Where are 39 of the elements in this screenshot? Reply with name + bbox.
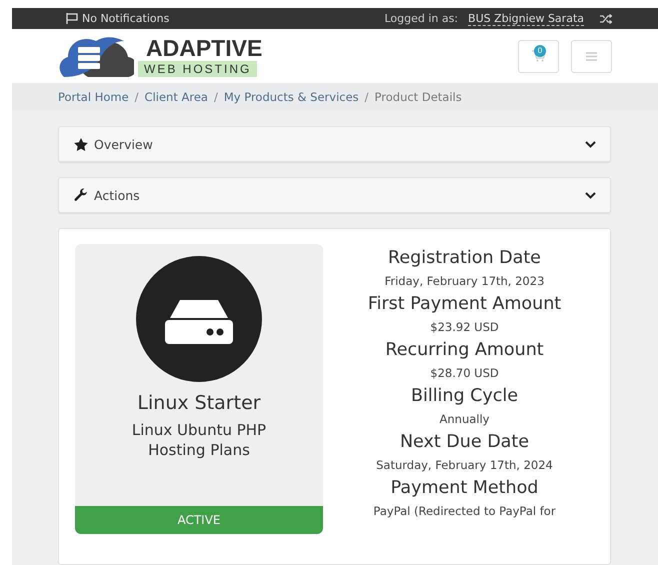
menu-icon: [586, 52, 597, 61]
breadcrumb-link[interactable]: Client Area: [144, 90, 208, 104]
logged-in-label: Logged in as:: [384, 12, 458, 26]
wrench-icon: [74, 188, 88, 202]
panel-header[interactable]: Overview: [58, 126, 611, 162]
star-icon: [74, 138, 88, 150]
panel-header[interactable]: Actions: [58, 177, 611, 213]
detail-label: Recurring Amount: [385, 339, 544, 362]
shuffle-icon[interactable]: [600, 14, 612, 24]
detail-label: Billing Cycle: [410, 385, 518, 408]
panel-title: Actions: [94, 188, 141, 202]
detail-value: $28.70 USD: [430, 365, 499, 382]
breadcrumb-link[interactable]: My Products & Services: [224, 90, 359, 104]
breadcrumb-separator: /: [134, 90, 139, 104]
detail-value: Saturday, February 17th, 2024: [376, 457, 553, 474]
breadcrumb-link[interactable]: Portal Home: [58, 90, 129, 104]
detail-value: Annually: [440, 411, 490, 428]
flag-icon: [66, 13, 78, 24]
logo-subtitle: WEB HOSTING: [138, 61, 258, 78]
server-icon: [136, 256, 262, 382]
cart-count-badge: 0: [534, 44, 546, 57]
user-link[interactable]: BUS Zbigniew Sarata: [468, 12, 584, 26]
detail-label: Registration Date: [388, 247, 541, 270]
detail-label: Payment Method: [390, 477, 538, 500]
product-name: Linux Starter: [137, 392, 261, 414]
detail-value: PayPal (Redirected to PayPal for: [373, 503, 556, 520]
detail-label: Next Due Date: [400, 431, 530, 454]
notifications-link[interactable]: No Notifications: [66, 12, 170, 26]
panel-title: Overview: [94, 136, 154, 152]
breadcrumb-separator: /: [214, 90, 218, 104]
detail-value: $23.92 USD: [430, 319, 499, 336]
site-logo[interactable]: ADAPTIVE WEB HOSTING: [58, 33, 262, 80]
product-group: Linux Ubuntu PHP Hosting Plans: [75, 420, 323, 460]
detail-value: Friday, February 17th, 2023: [384, 273, 544, 290]
logo-title: ADAPTIVE: [146, 35, 262, 62]
detail-label: First Payment Amount: [368, 293, 562, 316]
breadcrumb-separator: /: [364, 90, 369, 104]
status-bar: ACTIVE: [75, 506, 323, 534]
current-page-label: Product Details: [374, 90, 462, 104]
